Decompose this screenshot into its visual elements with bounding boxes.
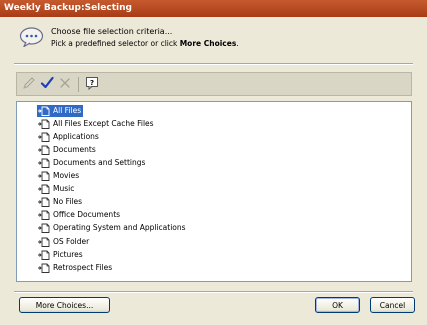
selector-icon [37,183,51,195]
x-icon [58,76,72,92]
footer-divider [14,291,413,293]
tree-item[interactable]: Documents [37,144,98,156]
header-subtitle: Pick a predefined selector or click More… [51,39,239,48]
selector-icon [37,118,51,130]
tree-item[interactable]: Retrospect Files [37,262,114,274]
speech-bubble-icon [19,27,44,48]
selector-icon [37,144,51,156]
selector-icon [37,249,51,261]
window-titlebar[interactable]: Weekly Backup:Selecting [0,0,427,17]
remove-button[interactable] [57,76,73,92]
edit-button[interactable] [21,76,37,92]
tree-item-label: Documents and Settings [53,158,146,168]
toolbar-separator [78,77,79,92]
check-button[interactable] [39,76,55,92]
tree-item-label: Documents [53,145,96,155]
edit-icon [22,76,36,92]
tree-item-label: OS Folder [53,236,90,246]
tree-item-label: No Files [53,197,83,207]
tree-item[interactable]: Applications [37,131,101,143]
header-title: Choose file selection criteria... [51,27,173,36]
tree-item[interactable]: All Files Except Cache Files [37,118,156,130]
tree-item-label: Pictures [53,249,83,259]
cancel-button[interactable]: Cancel [370,297,415,313]
header-divider [14,63,413,65]
selector-icon [37,196,51,208]
selector-icon [37,131,51,143]
selector-icon [37,222,51,234]
toolbar: ? [16,72,412,96]
tree-item[interactable]: Documents and Settings [37,157,147,169]
selector-icon [37,105,51,117]
help-icon: ? [85,76,99,92]
tree-item[interactable]: OS Folder [37,236,91,248]
tree-item[interactable]: All Files [37,105,84,117]
tree-item[interactable]: Office Documents [37,209,122,221]
ok-button[interactable]: OK [315,297,360,313]
tree-item-label: Applications [53,132,99,142]
tree-item-label: Operating System and Applications [53,223,186,233]
tree-item[interactable]: Pictures [37,249,85,261]
tree-item[interactable]: Operating System and Applications [37,222,188,234]
checkmark-icon [40,76,54,92]
tree-item-label: All Files [51,105,84,117]
tree-item[interactable]: Movies [37,170,81,182]
tree-item-label: Office Documents [53,210,121,220]
more-choices-button[interactable]: More Choices... [19,297,110,313]
header-subtitle-bold: More Choices [179,39,237,48]
svg-text:?: ? [90,79,94,87]
selector-icon [37,209,51,221]
header-subtitle-suffix: . [236,39,239,48]
tree-item[interactable]: Music [37,183,76,195]
selector-icon [37,170,51,182]
selector-icon [37,262,51,274]
window-title: Weekly Backup:Selecting [4,3,132,13]
tree-item-label: All Files Except Cache Files [53,119,154,129]
selector-tree[interactable]: All Files All Files Except Cache Files App… [16,101,412,282]
tree-item-label: Retrospect Files [53,262,113,272]
selector-icon [37,236,51,248]
header-subtitle-prefix: Pick a predefined selector or click [51,39,180,48]
selector-icon [37,157,51,169]
tree-item-label: Music [53,184,75,194]
tree-item[interactable]: No Files [37,196,84,208]
help-button[interactable]: ? [84,76,100,92]
tree-item-label: Movies [53,171,80,181]
